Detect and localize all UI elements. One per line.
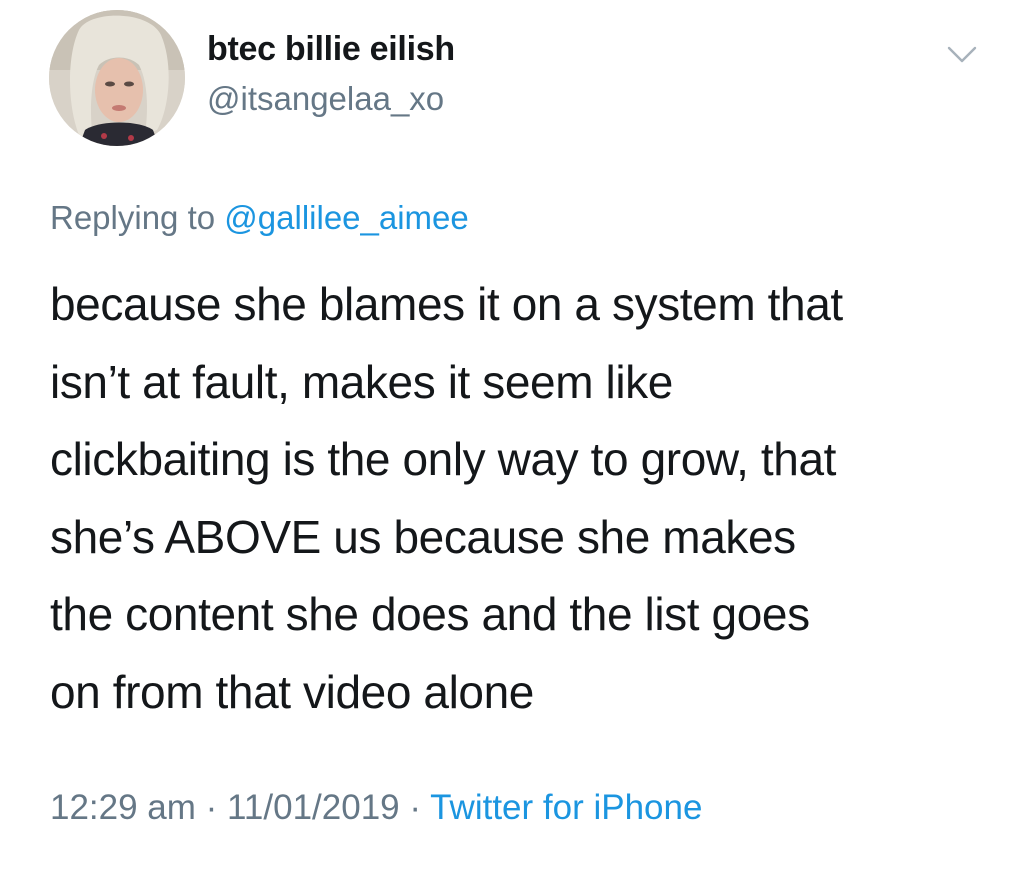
- tweet-card: btec billie eilish @itsangelaa_xo Replyi…: [0, 0, 1024, 871]
- tweet-metadata: 12:29 am · 11/01/2019 · Twitter for iPho…: [50, 788, 702, 828]
- tweet-text: because she blames it on a system that i…: [50, 266, 980, 731]
- chevron-down-icon[interactable]: [946, 44, 978, 66]
- tweet-time[interactable]: 12:29 am: [50, 788, 196, 827]
- display-name[interactable]: btec billie eilish: [207, 30, 455, 69]
- meta-separator: ·: [399, 788, 431, 827]
- avatar[interactable]: [49, 10, 185, 146]
- tweet-date[interactable]: 11/01/2019: [227, 788, 400, 827]
- tweet-text-line: clickbaiting is the only way to grow, th…: [50, 433, 837, 485]
- tweet-text-line: the content she does and the list goes: [50, 588, 810, 640]
- tweet-text-line: on from that video alone: [50, 665, 534, 718]
- tweet-text-line: because she blames it on a system that: [50, 278, 843, 330]
- reply-mention-link[interactable]: @gallilee_aimee: [224, 199, 468, 236]
- avatar-image: [49, 10, 185, 146]
- tweet-text-line: isn’t at fault, makes it seem like: [50, 355, 673, 408]
- tweet-text-line: she’s ABOVE us because she makes: [50, 510, 796, 563]
- user-handle[interactable]: @itsangelaa_xo: [207, 80, 444, 118]
- replying-to: Replying to @gallilee_aimee: [50, 199, 469, 237]
- meta-separator: ·: [195, 788, 228, 827]
- tweet-source-link[interactable]: Twitter for iPhone: [430, 788, 702, 827]
- replying-to-label: Replying to: [50, 199, 216, 236]
